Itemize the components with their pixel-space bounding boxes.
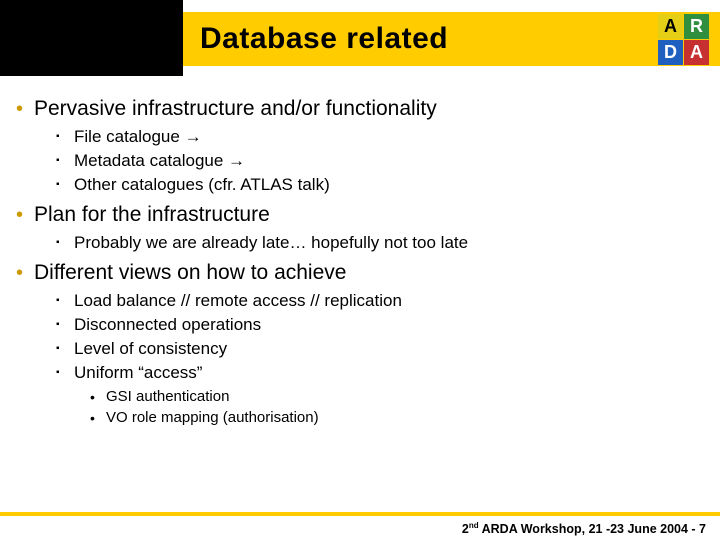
- bullet-square-icon: ▪: [56, 150, 74, 172]
- bullet-text: Uniform “access”: [74, 362, 202, 384]
- logo-cell: A: [684, 40, 709, 65]
- bullet-level-3: •GSI authentication: [90, 387, 704, 407]
- arda-logo: ARDA: [658, 14, 709, 65]
- sub-bullet-group: ▪Load balance // remote access // replic…: [56, 290, 704, 428]
- sub-bullet-group: ▪Probably we are already late… hopefully…: [56, 232, 704, 254]
- bullet-level-2: ▪Load balance // remote access // replic…: [56, 290, 704, 312]
- bullet-text: Level of consistency: [74, 338, 227, 360]
- bullet-level-2: ▪Disconnected operations: [56, 314, 704, 336]
- bullet-text: Disconnected operations: [74, 314, 261, 336]
- bullet-level-2: ▪Probably we are already late… hopefully…: [56, 232, 704, 254]
- bullet-square-icon: ▪: [56, 314, 74, 336]
- logo-cell: A: [658, 14, 683, 39]
- logo-cell: R: [684, 14, 709, 39]
- bullet-dot-icon: •: [90, 387, 106, 407]
- bullet-level-2: ▪Metadata catalogue →: [56, 150, 704, 172]
- bullet-square-icon: ▪: [56, 232, 74, 254]
- footer-text: 2nd ARDA Workshop, 21 -23 June 2004 - 7: [462, 521, 706, 536]
- slide-title: Database related: [200, 22, 448, 56]
- bullet-level-2: ▪Other catalogues (cfr. ATLAS talk): [56, 174, 704, 196]
- footer-rest: ARDA Workshop, 21 -23 June 2004 - 7: [479, 522, 706, 536]
- bullet-square-icon: ▪: [56, 362, 74, 384]
- bullet-square-icon: ▪: [56, 126, 74, 148]
- bullet-dot-icon: •: [16, 260, 34, 286]
- bullet-level-1: •Pervasive infrastructure and/or functio…: [16, 96, 704, 122]
- bullet-level-1: •Different views on how to achieve: [16, 260, 704, 286]
- bullet-level-1: •Plan for the infrastructure: [16, 202, 704, 228]
- bullet-text: Probably we are already late… hopefully …: [74, 232, 468, 254]
- bullet-level-2: ▪Level of consistency: [56, 338, 704, 360]
- bullet-dot-icon: •: [16, 96, 34, 122]
- bullet-square-icon: ▪: [56, 174, 74, 196]
- bullet-square-icon: ▪: [56, 290, 74, 312]
- logo-cell: D: [658, 40, 683, 65]
- slide-body: •Pervasive infrastructure and/or functio…: [16, 92, 704, 434]
- bullet-dot-icon: •: [16, 202, 34, 228]
- bullet-square-icon: ▪: [56, 338, 74, 360]
- bullet-dot-icon: •: [90, 408, 106, 428]
- bullet-text: VO role mapping (authorisation): [106, 408, 319, 428]
- bullet-text: Plan for the infrastructure: [34, 202, 270, 228]
- bullet-level-2: ▪File catalogue →: [56, 126, 704, 148]
- bullet-text: GSI authentication: [106, 387, 229, 407]
- bullet-text: Load balance // remote access // replica…: [74, 290, 402, 312]
- bullet-text: Metadata catalogue →: [74, 150, 245, 172]
- footer-ordinal: 2: [462, 522, 469, 536]
- footer-ordinal-suffix: nd: [469, 521, 479, 530]
- sub-sub-bullet-group: •GSI authentication•VO role mapping (aut…: [90, 387, 704, 428]
- bullet-text: Other catalogues (cfr. ATLAS talk): [74, 174, 330, 196]
- bullet-text: File catalogue →: [74, 126, 202, 148]
- footer-band: [0, 512, 720, 516]
- bullet-text: Different views on how to achieve: [34, 260, 346, 286]
- bullet-text: Pervasive infrastructure and/or function…: [34, 96, 437, 122]
- bullet-level-2: ▪Uniform “access”: [56, 362, 704, 384]
- slide: Database related ARDA •Pervasive infrast…: [0, 0, 720, 540]
- sub-bullet-group: ▪File catalogue →▪Metadata catalogue →▪O…: [56, 126, 704, 196]
- title-accent-block: [0, 0, 183, 76]
- bullet-level-3: •VO role mapping (authorisation): [90, 408, 704, 428]
